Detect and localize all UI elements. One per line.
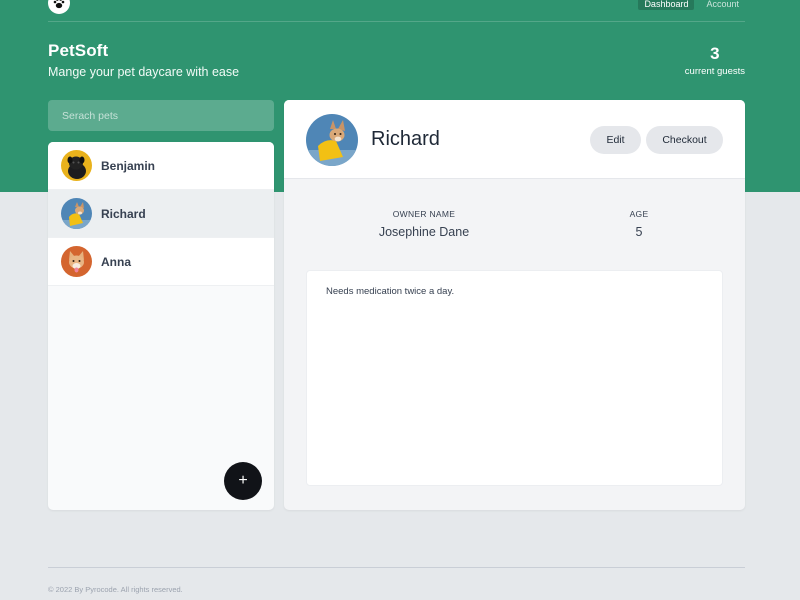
app-title: PetSoft <box>48 41 109 60</box>
top-nav: Dashboard Account <box>48 0 745 22</box>
brand: PetSoft Mange your pet daycare with ease <box>48 41 239 79</box>
age-label: AGE <box>629 209 649 219</box>
guests-label: current guests <box>684 66 745 77</box>
corgi-yellow-avatar <box>306 114 358 166</box>
pet-name: Anna <box>101 254 131 269</box>
pet-detail-name: Richard <box>371 128 440 150</box>
edit-button[interactable]: Edit <box>590 126 641 154</box>
guests-count: 3 <box>710 44 720 63</box>
pet-notes: Needs medication twice a day. <box>306 270 723 486</box>
checkout-button[interactable]: Checkout <box>646 126 723 154</box>
footer-divider <box>48 567 745 568</box>
age-value: 5 <box>635 225 643 239</box>
guests-stat: 3 current guests <box>685 44 745 77</box>
owner-label: OWNER NAME <box>392 209 456 219</box>
nav-links: Dashboard Account <box>638 0 745 10</box>
corgi-yellow-avatar <box>61 198 92 229</box>
pet-detail-panel: Richard Edit Checkout OWNER NAME Josephi… <box>284 100 745 510</box>
add-pet-button[interactable]: + <box>224 462 262 500</box>
nav-link-dashboard[interactable]: Dashboard <box>638 0 695 10</box>
pet-detail-header: Richard Edit Checkout <box>284 100 745 179</box>
footer-copyright: © 2022 By Pyrocode. All rights reserved. <box>48 585 183 594</box>
pet-list-item-anna[interactable]: Anna <box>48 238 274 286</box>
nav-link-account[interactable]: Account <box>700 0 745 10</box>
pet-list-item-benjamin[interactable]: Benjamin <box>48 142 274 190</box>
pet-name: Benjamin <box>101 158 156 173</box>
app-subtitle: Mange your pet daycare with ease <box>48 65 240 79</box>
pet-list-item-richard[interactable]: Richard <box>48 190 274 238</box>
age-info: AGE 5 <box>614 209 664 239</box>
search-input[interactable] <box>48 100 274 131</box>
paw-icon[interactable] <box>48 0 70 14</box>
pet-name: Richard <box>101 206 146 221</box>
owner-value: Josephine Dane <box>378 225 470 239</box>
black-dog-avatar <box>61 150 92 181</box>
pet-list: Benjamin Richard Anna + <box>48 142 274 510</box>
owner-info: OWNER NAME Josephine Dane <box>369 209 479 239</box>
corgi-orange-avatar <box>61 246 92 277</box>
